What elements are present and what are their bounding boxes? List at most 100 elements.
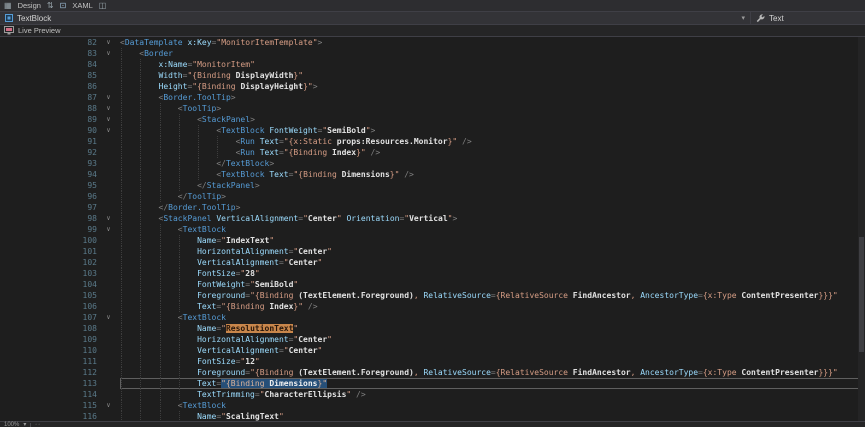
- xaml-tab[interactable]: XAML: [72, 1, 92, 10]
- code-text: <Run Text="{x:Static props:Resources.Mon…: [120, 136, 865, 147]
- fold-chevron-icon[interactable]: ∨: [97, 103, 120, 114]
- code-line[interactable]: 84 x:Name="MonitorItem": [0, 59, 865, 70]
- code-line[interactable]: 83∨ <Border: [0, 48, 865, 59]
- fold-chevron-icon[interactable]: ∨: [97, 37, 120, 48]
- code-line[interactable]: 100 Name="IndexText": [0, 235, 865, 246]
- property-breadcrumb-dropdown[interactable]: Text: [750, 12, 865, 24]
- code-text: <StackPanel>: [120, 114, 865, 125]
- fold-chevron-icon[interactable]: ∨: [97, 213, 120, 224]
- code-line[interactable]: 101 HorizontalAlignment="Center": [0, 246, 865, 257]
- zoom-level[interactable]: 100%: [4, 422, 19, 427]
- live-preview-tab-label[interactable]: Live Preview: [18, 26, 61, 35]
- line-number: 109: [0, 334, 97, 345]
- navigation-bar: TextBlock ▾ Text: [0, 12, 865, 25]
- fold-gutter: [97, 70, 120, 81]
- code-line[interactable]: 89∨ <StackPanel>: [0, 114, 865, 125]
- fold-gutter: [97, 136, 120, 147]
- code-line[interactable]: 93 </TextBlock>: [0, 158, 865, 169]
- code-line[interactable]: 105 Foreground="{Binding (TextElement.Fo…: [0, 290, 865, 301]
- line-number: 106: [0, 301, 97, 312]
- fold-chevron-icon[interactable]: ∨: [97, 125, 120, 136]
- code-line[interactable]: 108 Name="ResolutionText": [0, 323, 865, 334]
- fold-chevron-icon[interactable]: ∨: [97, 400, 120, 411]
- line-number: 83: [0, 48, 97, 59]
- vertical-scrollbar[interactable]: [858, 37, 865, 421]
- design-tab[interactable]: Design: [18, 1, 41, 10]
- code-text: TextTrimming="CharacterEllipsis" />: [120, 389, 865, 400]
- code-editor[interactable]: 82∨<DataTemplate x:Key="MonitorItemTempl…: [0, 37, 865, 427]
- code-text: Width="{Binding DisplayWidth}": [120, 70, 865, 81]
- code-text: <DataTemplate x:Key="MonitorItemTemplate…: [120, 37, 865, 48]
- fold-chevron-icon[interactable]: ∨: [97, 224, 120, 235]
- fold-chevron-icon[interactable]: ∨: [97, 114, 120, 125]
- code-line[interactable]: 95 </StackPanel>: [0, 180, 865, 191]
- fold-chevron-icon[interactable]: ∨: [97, 48, 120, 59]
- property-breadcrumb-label: Text: [769, 14, 784, 23]
- fold-chevron-icon[interactable]: ∨: [97, 92, 120, 103]
- fold-gutter: [97, 191, 120, 202]
- fold-gutter: [97, 147, 120, 158]
- chevron-down-icon: ▾: [741, 14, 745, 22]
- code-line[interactable]: 92 <Run Text="{Binding Index}" />: [0, 147, 865, 158]
- scrollbar-thumb[interactable]: [859, 237, 864, 352]
- fold-gutter: [97, 378, 120, 389]
- code-line[interactable]: 90∨ <TextBlock FontWeight="SemiBold">: [0, 125, 865, 136]
- code-text: </Border.ToolTip>: [120, 202, 865, 213]
- code-text: FontWeight="SemiBold": [120, 279, 865, 290]
- line-number: 114: [0, 389, 97, 400]
- code-line[interactable]: 98∨ <StackPanel VerticalAlignment="Cente…: [0, 213, 865, 224]
- code-line[interactable]: 97 </Border.ToolTip>: [0, 202, 865, 213]
- code-text: <Run Text="{Binding Index}" />: [120, 147, 865, 158]
- fold-gutter: [97, 301, 120, 312]
- code-line[interactable]: 96 </ToolTip>: [0, 191, 865, 202]
- code-text: <TextBlock: [120, 224, 865, 235]
- line-number: 86: [0, 81, 97, 92]
- visual-studio-xaml-editor: ▦ Design ⇅ ⊡ XAML ◫ TextBlock ▾ Text: [0, 0, 865, 427]
- fold-gutter: [97, 169, 120, 180]
- line-number: 100: [0, 235, 97, 246]
- fold-gutter: [97, 268, 120, 279]
- code-line[interactable]: 103 FontSize="28": [0, 268, 865, 279]
- code-text: Name="ResolutionText": [120, 323, 865, 334]
- code-text: Text="{Binding Dimensions}": [120, 378, 865, 389]
- code-line[interactable]: 112 Foreground="{Binding (TextElement.Fo…: [0, 367, 865, 378]
- fold-gutter: [97, 257, 120, 268]
- code-text: Foreground="{Binding (TextElement.Foregr…: [120, 367, 865, 378]
- code-line[interactable]: 82∨<DataTemplate x:Key="MonitorItemTempl…: [0, 37, 865, 48]
- code-line[interactable]: 94 <TextBlock Text="{Binding Dimensions}…: [0, 169, 865, 180]
- code-line[interactable]: 85 Width="{Binding DisplayWidth}": [0, 70, 865, 81]
- code-line[interactable]: 99∨ <TextBlock: [0, 224, 865, 235]
- code-line[interactable]: 115∨ <TextBlock: [0, 400, 865, 411]
- split-view-icon[interactable]: ◫: [99, 2, 107, 10]
- code-text: <Border.ToolTip>: [120, 92, 865, 103]
- code-line[interactable]: 111 FontSize="12": [0, 356, 865, 367]
- fold-gutter: [97, 235, 120, 246]
- fold-gutter: [97, 367, 120, 378]
- code-line[interactable]: 106 Text="{Binding Index}" />: [0, 301, 865, 312]
- swap-panes-icon[interactable]: ⇅: [47, 2, 54, 10]
- code-line[interactable]: 104 FontWeight="SemiBold": [0, 279, 865, 290]
- code-text: VerticalAlignment="Center": [120, 257, 865, 268]
- code-line[interactable]: 109 HorizontalAlignment="Center": [0, 334, 865, 345]
- code-text: <TextBlock FontWeight="SemiBold">: [120, 125, 865, 136]
- code-line[interactable]: 88∨ <ToolTip>: [0, 103, 865, 114]
- code-line[interactable]: 86 Height="{Binding DisplayHeight}">: [0, 81, 865, 92]
- line-number: 101: [0, 246, 97, 257]
- code-line[interactable]: 107∨ <TextBlock: [0, 312, 865, 323]
- code-line[interactable]: 87∨ <Border.ToolTip>: [0, 92, 865, 103]
- editor-mode-bar: ▦ Design ⇅ ⊡ XAML ◫: [0, 0, 865, 12]
- code-line[interactable]: 91 <Run Text="{x:Static props:Resources.…: [0, 136, 865, 147]
- element-breadcrumb-dropdown[interactable]: TextBlock ▾: [0, 12, 750, 24]
- wrench-icon: [756, 14, 765, 23]
- fold-gutter: [97, 81, 120, 92]
- fold-chevron-icon[interactable]: ∨: [97, 312, 120, 323]
- line-number: 104: [0, 279, 97, 290]
- code-line[interactable]: 114 TextTrimming="CharacterEllipsis" />: [0, 389, 865, 400]
- code-line[interactable]: 110 VerticalAlignment="Center": [0, 345, 865, 356]
- status-icons[interactable]: ▫ ▫: [35, 422, 40, 427]
- line-number: 95: [0, 180, 97, 191]
- code-line[interactable]: 102 VerticalAlignment="Center": [0, 257, 865, 268]
- code-text: HorizontalAlignment="Center": [120, 246, 865, 257]
- zoom-caret-icon[interactable]: ▾: [23, 422, 26, 427]
- code-line[interactable]: 113 Text="{Binding Dimensions}": [0, 378, 865, 389]
